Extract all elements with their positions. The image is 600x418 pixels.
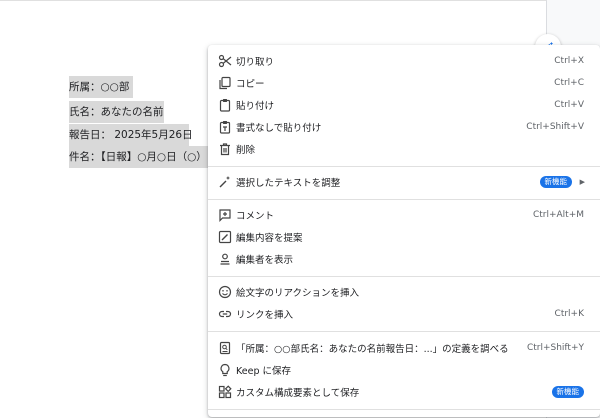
menu-label: 絵文字のリアクションを挿入 [236,288,360,299]
doc-line-subject[interactable]: 件名：【日報】○月○日（○） [69,146,208,168]
scissors-icon [218,54,232,68]
menu-shortcut: Ctrl+Shift+Y [526,343,584,353]
menu-label: 書式なしで貼り付け [236,123,322,134]
menu-item-emoji-reaction[interactable]: 絵文字のリアクションを挿入 [208,281,600,303]
menu-shortcut: Ctrl+Shift+V [526,122,584,132]
trash-icon [218,142,232,156]
menu-item-paste-plain[interactable]: 書式なしで貼り付け Ctrl+Shift+V [208,116,600,138]
menu-label: コピー [236,79,265,90]
dictionary-icon [218,341,232,355]
menu-label: コメント [236,211,275,222]
context-menu: 切り取り Ctrl+X コピー Ctrl+C 貼り付け Ctrl+V 書式なしで… [208,45,600,417]
menu-item-define[interactable]: 「所属：○○部氏名：あなたの名前報告日：...」の定義を調べる Ctrl+Shi… [208,337,600,359]
menu-label: 編集内容を提案 [236,233,303,244]
menu-label: 削除 [236,145,256,156]
menu-label: 切り取り [236,57,275,68]
menu-separator [208,331,600,332]
emoji-icon [218,285,232,299]
person-stamp-icon [218,252,232,266]
clipboard-icon [218,98,232,112]
keep-bulb-icon [218,363,232,377]
menu-item-cut[interactable]: 切り取り Ctrl+X [208,50,600,72]
menu-separator [208,409,600,410]
menu-shortcut: Ctrl+X [554,56,584,66]
menu-item-insert-link[interactable]: リンクを挿入 Ctrl+K [208,303,600,325]
menu-label: 貼り付け [236,101,275,112]
menu-item-comment[interactable]: コメント Ctrl+Alt+M [208,204,600,226]
menu-shortcut: Ctrl+C [554,78,584,88]
menu-label: Keep に保存 [236,366,291,377]
menu-separator [208,199,600,200]
menu-label: 「所属：○○部氏名：あなたの名前報告日：...」の定義を調べる [236,344,509,355]
menu-label: 編集者を表示 [236,255,294,266]
menu-label: リンクを挿入 [236,310,294,321]
menu-label: 選択したテキストを調整 [236,178,341,189]
menu-shortcut: Ctrl+Alt+M [532,210,584,220]
copy-icon [218,76,232,90]
menu-item-copy[interactable]: コピー Ctrl+C [208,72,600,94]
menu-item-view-editors[interactable]: 編集者を表示 [208,248,600,270]
menu-shortcut: Ctrl+K [554,309,584,319]
menu-item-paste[interactable]: 貼り付け Ctrl+V [208,94,600,116]
doc-line-name[interactable]: 氏名：あなたの名前 [69,101,164,123]
magic-pen-icon [218,175,232,189]
link-icon [218,307,232,321]
submenu-arrow-icon: ▶ [579,178,585,186]
doc-line-date[interactable]: 報告日： 2025年5月26日 [69,124,193,146]
menu-separator [208,276,600,277]
menu-item-save-custom-block[interactable]: カスタム構成要素として保存 新機能 [208,381,600,403]
new-feature-badge: 新機能 [539,176,572,188]
add-comment-icon [218,208,232,222]
suggest-edit-icon [218,230,232,244]
menu-item-delete[interactable]: 削除 [208,138,600,160]
menu-item-save-keep[interactable]: Keep に保存 [208,359,600,381]
menu-shortcut: Ctrl+V [554,100,584,110]
doc-line-department[interactable]: 所属：○○部 [69,76,133,98]
building-blocks-icon [218,385,232,399]
menu-label: カスタム構成要素として保存 [236,388,360,399]
menu-item-suggest-edits[interactable]: 編集内容を提案 [208,226,600,248]
clipboard-plain-icon [218,120,232,134]
new-feature-badge: 新機能 [551,386,584,398]
menu-separator [208,166,600,167]
menu-item-adjust-text[interactable]: 選択したテキストを調整 新機能 ▶ [208,171,600,193]
